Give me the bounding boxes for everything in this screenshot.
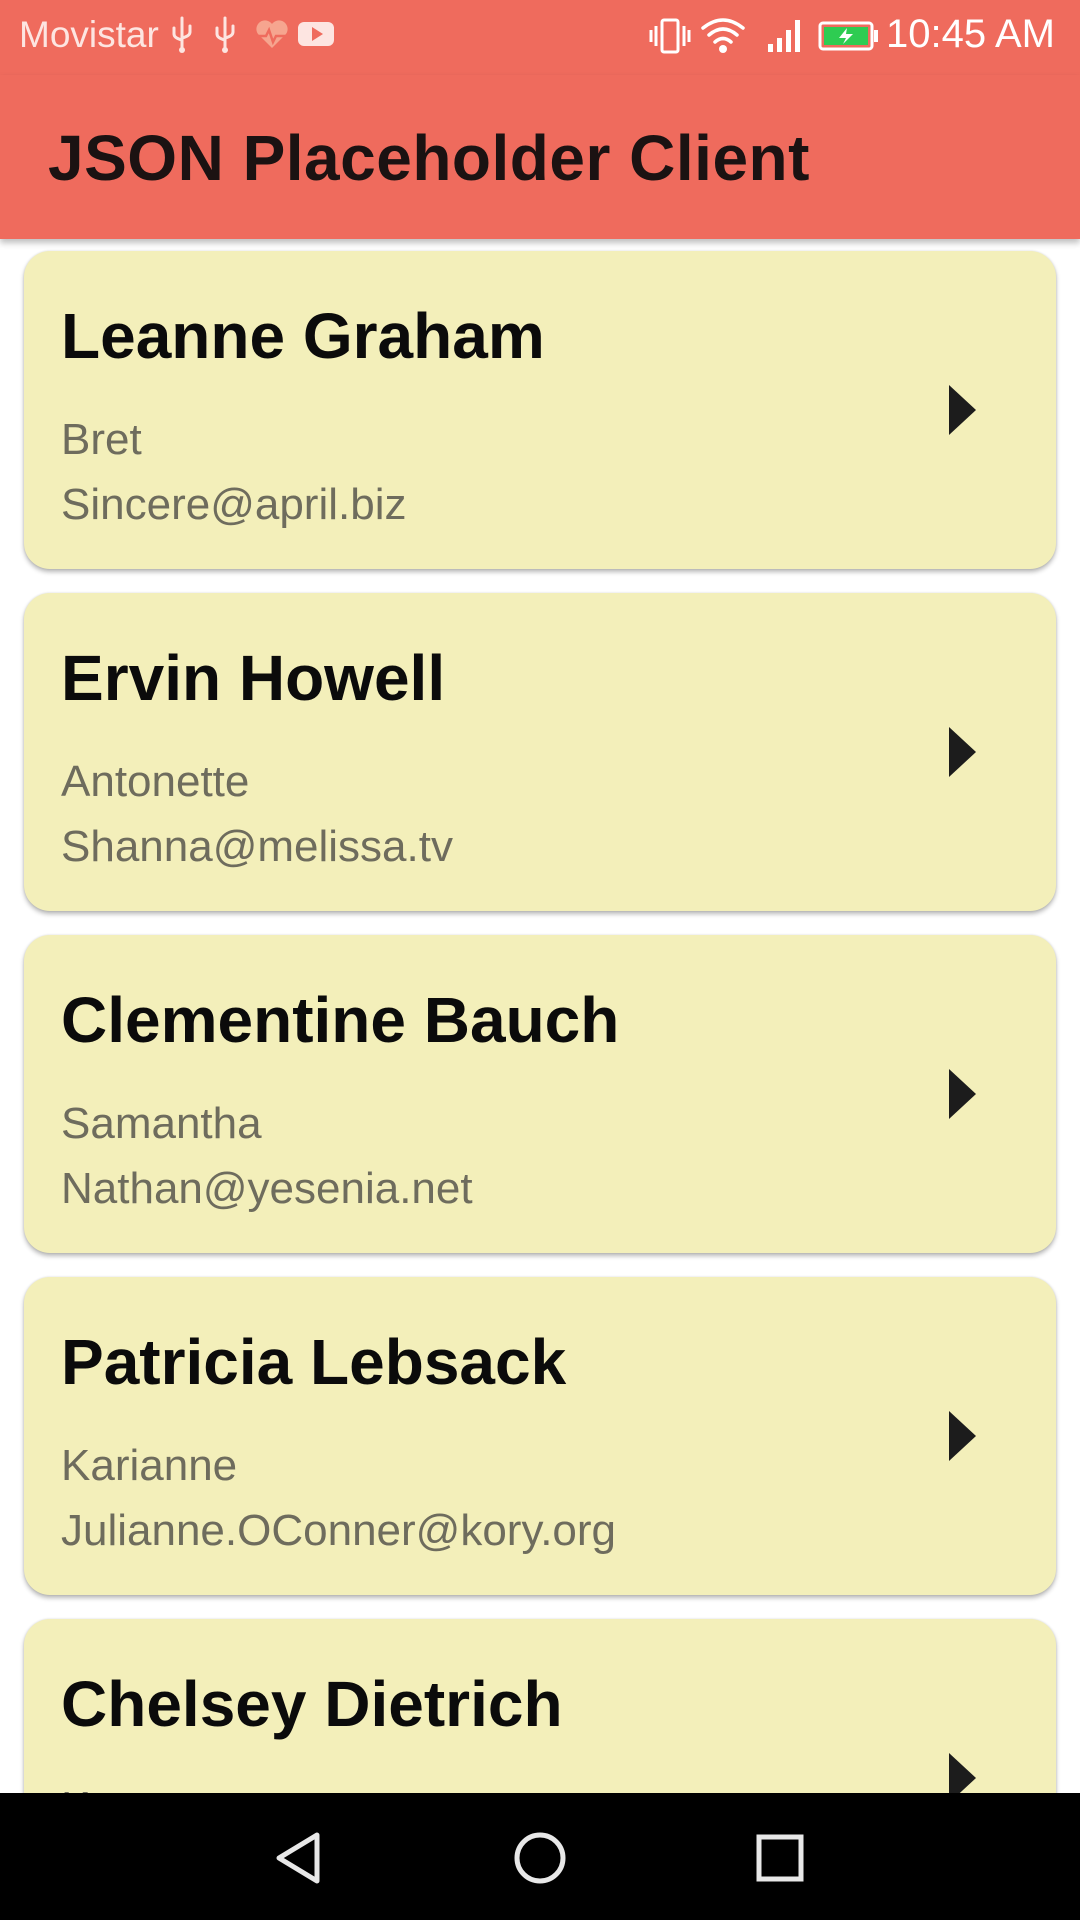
user-name: Chelsey Dietrich	[61, 1668, 563, 1740]
chevron-right-icon[interactable]	[949, 385, 976, 435]
user-username: Antonette	[61, 757, 250, 806]
user-card[interactable]: Clementine Bauch Samantha Nathan@yesenia…	[24, 935, 1056, 1253]
chevron-right-icon[interactable]	[949, 1069, 976, 1119]
user-email: Sincere@april.biz	[61, 480, 407, 529]
home-icon[interactable]	[505, 1823, 575, 1893]
user-list[interactable]: Leanne Graham Bret Sincere@april.biz Erv…	[0, 239, 1080, 1793]
vibrate-icon	[648, 14, 692, 63]
battery-charging-icon	[817, 14, 881, 63]
app-bar: JSON Placeholder Client	[0, 75, 1080, 239]
user-card[interactable]: Chelsey Dietrich Kamren	[24, 1619, 1056, 1793]
user-email: Nathan@yesenia.net	[61, 1164, 473, 1213]
navigation-bar	[0, 1793, 1080, 1920]
user-name: Patricia Lebsack	[61, 1326, 567, 1398]
user-name: Leanne Graham	[61, 300, 545, 372]
signal-icon	[766, 14, 806, 63]
back-icon[interactable]	[265, 1823, 335, 1893]
user-card[interactable]: Ervin Howell Antonette Shanna@melissa.tv	[24, 593, 1056, 911]
user-username: Bret	[61, 415, 142, 464]
youtube-icon	[296, 14, 336, 59]
app-title: JSON Placeholder Client	[48, 122, 810, 194]
user-name: Ervin Howell	[61, 642, 446, 714]
wifi-icon	[700, 14, 746, 63]
carrier-label: Movistar	[19, 14, 159, 55]
clock: 10:45 AM	[885, 12, 1055, 56]
user-username: Samantha	[61, 1099, 262, 1148]
user-card[interactable]: Patricia Lebsack Karianne Julianne.OConn…	[24, 1277, 1056, 1595]
user-name: Clementine Bauch	[61, 984, 620, 1056]
usb-icon	[213, 14, 237, 59]
screen: Movistar 10:45 AM JSON Placeholder Clien…	[0, 0, 1080, 1920]
user-email: Shanna@melissa.tv	[61, 822, 453, 871]
usb-icon	[170, 14, 194, 59]
chevron-right-icon[interactable]	[949, 1411, 976, 1461]
health-icon	[254, 14, 290, 59]
user-username: Kamren	[61, 1783, 215, 1793]
status-bar: Movistar 10:45 AM	[0, 0, 1080, 75]
chevron-right-icon[interactable]	[949, 727, 976, 777]
user-username: Karianne	[61, 1441, 238, 1490]
recents-icon[interactable]	[745, 1823, 815, 1893]
chevron-right-icon[interactable]	[949, 1753, 976, 1793]
user-card[interactable]: Leanne Graham Bret Sincere@april.biz	[24, 251, 1056, 569]
user-email: Julianne.OConner@kory.org	[61, 1506, 617, 1555]
